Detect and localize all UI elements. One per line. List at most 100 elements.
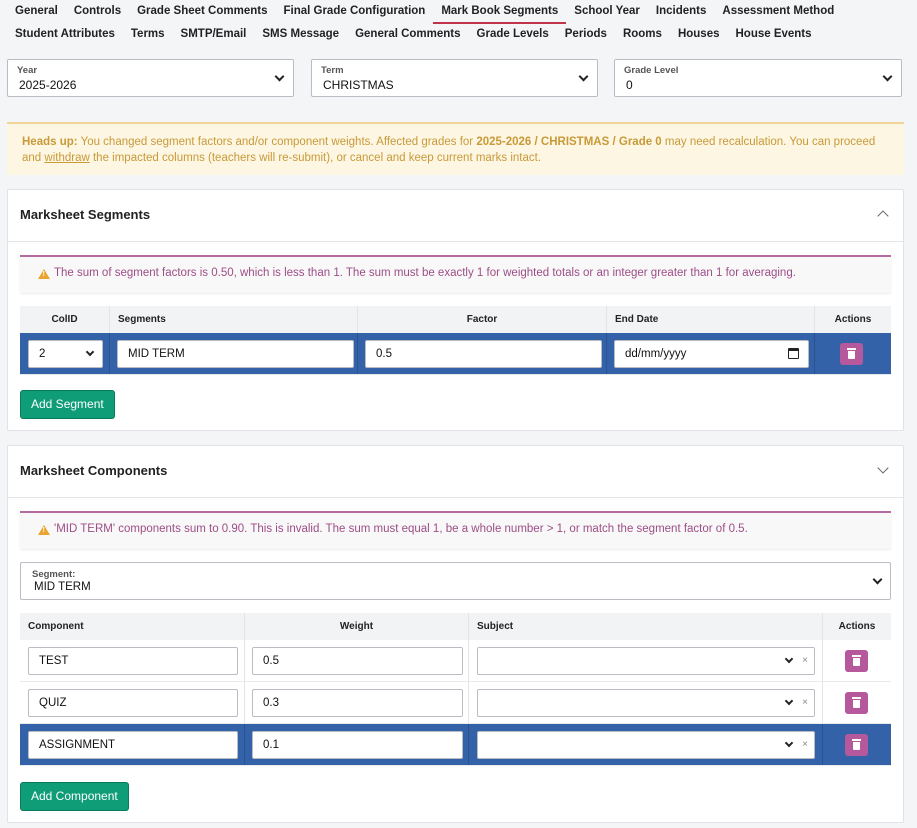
chevron-down-icon	[85, 347, 95, 357]
calendar-icon[interactable]	[788, 348, 799, 359]
tab-terms[interactable]: Terms	[123, 25, 173, 45]
chevron-down-icon	[872, 574, 883, 585]
marksheet-segments-card: Marksheet Segments The sum of segment fa…	[7, 189, 904, 431]
components-warning: 'MID TERM' components sum to 0.90. This …	[20, 511, 891, 549]
tab-grade-sheet-comments[interactable]: Grade Sheet Comments	[129, 2, 275, 22]
alert-term: CHRISTMAS	[540, 136, 610, 148]
settings-tabs: General Controls Grade Sheet Comments Fi…	[0, 0, 917, 46]
weight-input[interactable]: 0.1	[252, 731, 463, 759]
tab-houses[interactable]: Houses	[670, 25, 728, 45]
tab-house-events[interactable]: House Events	[727, 25, 819, 45]
components-card-header[interactable]: Marksheet Components	[8, 446, 903, 498]
trash-icon	[852, 697, 861, 699]
segment-select[interactable]: Segment: MID TERM	[20, 562, 891, 600]
components-table: Component Weight Subject Actions TEST 0.…	[20, 613, 891, 768]
year-select[interactable]: Year 2025-2026	[7, 59, 294, 97]
grade-level-select[interactable]: Grade Level 0	[614, 59, 902, 97]
chevron-down-icon	[784, 654, 794, 664]
tab-final-grade-configuration[interactable]: Final Grade Configuration	[275, 2, 433, 22]
warning-icon	[38, 269, 50, 279]
chevron-down-icon	[784, 738, 794, 748]
segments-warning: The sum of segment factors is 0.50, whic…	[20, 255, 891, 293]
year-label: Year	[17, 65, 38, 76]
colid-select[interactable]: 2	[28, 340, 103, 368]
tab-controls[interactable]: Controls	[66, 2, 129, 22]
tab-periods[interactable]: Periods	[557, 25, 615, 45]
component-name-input[interactable]: QUIZ	[28, 689, 238, 717]
tab-general[interactable]: General	[7, 2, 66, 22]
tab-mark-book-segments[interactable]: Mark Book Segments	[433, 2, 567, 24]
tab-school-year[interactable]: School Year	[566, 2, 648, 22]
term-value: CHRISTMAS	[323, 78, 394, 92]
alert-grade: Grade 0	[618, 136, 662, 148]
segments-table: ColID Segments Factor End Date Actions 2…	[20, 306, 891, 376]
alert-sep-1: /	[531, 136, 541, 148]
term-label: Term	[321, 65, 344, 76]
tab-grade-levels[interactable]: Grade Levels	[469, 25, 557, 45]
end-date-input[interactable]: dd/mm/yyyy	[614, 340, 809, 368]
chevron-down-icon	[882, 71, 893, 82]
end-date-placeholder: dd/mm/yyyy	[625, 348, 687, 360]
subject-select[interactable]: ×	[477, 647, 815, 675]
components-card-title: Marksheet Components	[20, 463, 168, 478]
alert-text-3: the impacted columns (teachers will re-s…	[89, 152, 542, 164]
term-select[interactable]: Term CHRISTMAS	[311, 59, 598, 97]
header-subject: Subject	[469, 613, 823, 640]
delete-component-button[interactable]	[845, 734, 868, 756]
trash-icon	[852, 655, 861, 657]
tab-smtp-email[interactable]: SMTP/Email	[173, 25, 255, 45]
factor-input[interactable]: 0.5	[365, 340, 602, 368]
segment-select-value: MID TERM	[34, 581, 91, 593]
table-row: ASSIGNMENT 0.1 ×	[20, 724, 891, 766]
segments-card-header[interactable]: Marksheet Segments	[8, 190, 903, 242]
chevron-down-icon[interactable]	[877, 462, 889, 474]
tab-sms-message[interactable]: SMS Message	[254, 25, 347, 45]
tab-assessment-method[interactable]: Assessment Method	[714, 2, 842, 22]
chevron-down-icon	[578, 71, 589, 82]
chevron-up-icon[interactable]	[877, 210, 889, 222]
segments-card-title: Marksheet Segments	[20, 207, 151, 222]
table-row: 2 MID TERM 0.5 dd/mm/yyyy	[20, 333, 891, 375]
alert-text-1: You changed segment factors and/or compo…	[77, 136, 477, 148]
table-row: TEST 0.5 ×	[20, 640, 891, 682]
tab-row-2: Student Attributes Terms SMTP/Email SMS …	[7, 25, 820, 45]
delete-component-button[interactable]	[845, 692, 868, 714]
delete-component-button[interactable]	[845, 650, 868, 672]
header-weight: Weight	[245, 613, 469, 640]
subject-select[interactable]: ×	[477, 689, 815, 717]
weight-input[interactable]: 0.5	[252, 647, 463, 675]
add-segment-button[interactable]: Add Segment	[20, 390, 115, 419]
component-name-input[interactable]: ASSIGNMENT	[28, 731, 238, 759]
tab-general-comments[interactable]: General Comments	[347, 25, 468, 45]
header-component: Component	[20, 613, 245, 640]
segment-name-input[interactable]: MID TERM	[117, 340, 354, 368]
tab-student-attributes[interactable]: Student Attributes	[7, 25, 123, 45]
year-value: 2025-2026	[19, 78, 77, 92]
trash-icon	[852, 739, 861, 741]
clear-icon[interactable]: ×	[802, 690, 808, 716]
add-component-button[interactable]: Add Component	[20, 782, 129, 811]
components-warning-text: 'MID TERM' components sum to 0.90. This …	[54, 523, 748, 535]
header-colid: ColID	[20, 306, 110, 333]
recalculation-alert: Heads up: You changed segment factors an…	[7, 122, 904, 175]
header-actions: Actions	[823, 613, 891, 640]
weight-input[interactable]: 0.3	[252, 689, 463, 717]
chevron-down-icon	[274, 71, 285, 82]
header-segments: Segments	[110, 306, 358, 333]
alert-prefix: Heads up:	[22, 136, 78, 148]
segment-select-label: Segment:	[32, 569, 76, 580]
trash-icon	[847, 348, 856, 350]
segments-warning-text: The sum of segment factors is 0.50, whic…	[54, 267, 796, 279]
tab-incidents[interactable]: Incidents	[648, 2, 714, 22]
delete-segment-button[interactable]	[840, 343, 863, 365]
tab-row-1: General Controls Grade Sheet Comments Fi…	[7, 2, 842, 24]
tab-rooms[interactable]: Rooms	[615, 25, 670, 45]
table-row: QUIZ 0.3 ×	[20, 682, 891, 724]
grade-level-value: 0	[626, 78, 633, 92]
withdraw-link[interactable]: withdraw	[44, 152, 89, 164]
clear-icon[interactable]: ×	[802, 732, 808, 758]
component-name-input[interactable]: TEST	[28, 647, 238, 675]
subject-select[interactable]: ×	[477, 731, 815, 759]
header-end-date: End Date	[607, 306, 815, 333]
clear-icon[interactable]: ×	[802, 648, 808, 674]
